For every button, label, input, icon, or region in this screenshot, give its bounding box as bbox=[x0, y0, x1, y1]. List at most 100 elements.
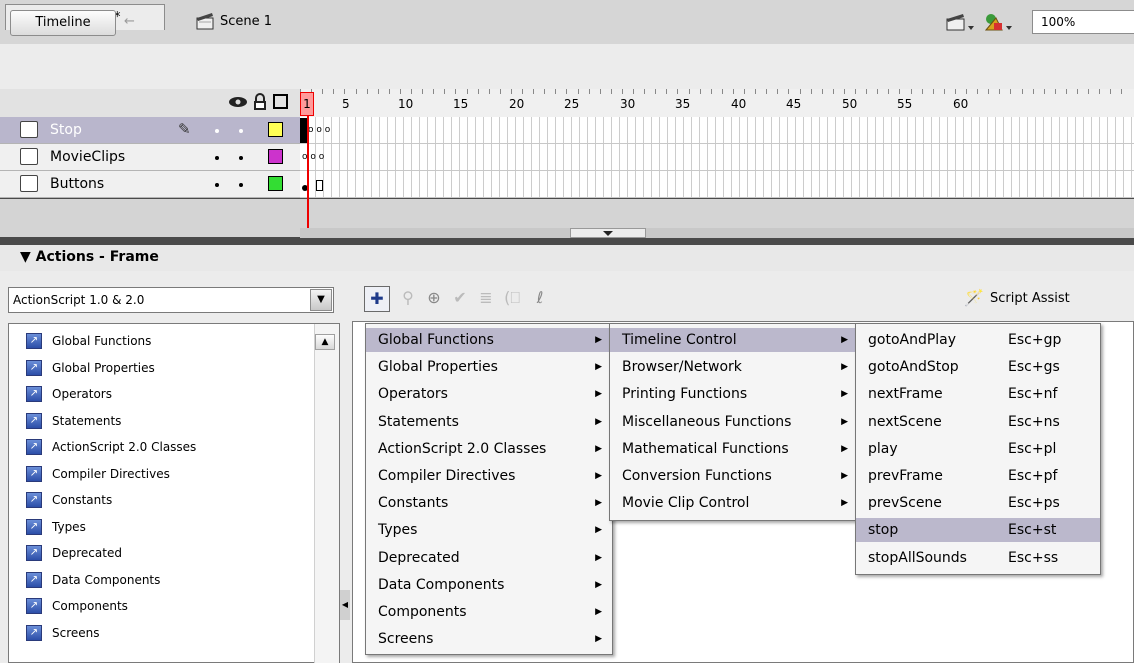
menu-item[interactable]: prevFrame Esc+pf bbox=[856, 464, 1100, 488]
edit-scene-icon[interactable] bbox=[946, 12, 976, 32]
menu-item[interactable]: prevScene Esc+ps bbox=[856, 491, 1100, 515]
debug-options-icon[interactable]: ℓ bbox=[528, 286, 552, 310]
menu-item[interactable]: stop Esc+st bbox=[856, 518, 1100, 543]
ruler-tick bbox=[578, 89, 579, 94]
ruler-tick bbox=[633, 89, 634, 94]
menu-item[interactable]: nextFrame Esc+nf bbox=[856, 382, 1100, 406]
outline-icon[interactable] bbox=[273, 94, 288, 109]
code-hint-icon[interactable]: (⎕ bbox=[500, 286, 524, 310]
back-arrow-icon[interactable]: ← bbox=[124, 10, 158, 36]
pane-splitter-handle[interactable]: ◀ bbox=[340, 590, 350, 620]
menu-item[interactable]: Compiler Directives ▶ bbox=[366, 464, 612, 488]
menu-item[interactable]: Global Functions ▶ bbox=[366, 328, 612, 352]
layer-color-box[interactable] bbox=[268, 122, 283, 137]
lock-dot[interactable] bbox=[239, 156, 243, 160]
lock-dot[interactable] bbox=[239, 183, 243, 187]
ruler-tick bbox=[855, 89, 856, 94]
frame-row[interactable] bbox=[300, 117, 1134, 144]
zoom-field[interactable]: 100% bbox=[1032, 10, 1134, 34]
menu-item[interactable]: ActionScript 2.0 Classes ▶ bbox=[366, 437, 612, 461]
menu-item-label: Mathematical Functions bbox=[622, 440, 789, 457]
ruler-tick bbox=[1010, 89, 1011, 94]
book-icon: ↗ bbox=[26, 359, 42, 376]
book-icon: ↗ bbox=[26, 333, 42, 349]
submenu-arrow-icon: ▶ bbox=[595, 525, 602, 536]
playhead-frame-number[interactable]: 1 bbox=[300, 92, 314, 116]
menu-item[interactable]: stopAllSounds Esc+ss bbox=[856, 546, 1100, 570]
layer-row-movieclips[interactable]: MovieClips bbox=[0, 144, 300, 171]
frame-row[interactable] bbox=[300, 171, 1134, 198]
submenu-arrow-icon: ▶ bbox=[595, 389, 602, 400]
layer-name: Stop bbox=[50, 122, 82, 138]
auto-format-icon[interactable]: ≣ bbox=[474, 286, 498, 310]
submenu-arrow-icon: ▶ bbox=[841, 443, 848, 454]
submenu-arrow-icon: ▶ bbox=[595, 362, 602, 373]
visibility-dot[interactable] bbox=[215, 156, 219, 160]
ruler-tick bbox=[911, 89, 912, 94]
ruler-tick bbox=[455, 89, 456, 94]
menu-item[interactable]: Components ▶ bbox=[366, 600, 612, 624]
layer-color-box[interactable] bbox=[268, 149, 283, 164]
menu-item[interactable]: Browser/Network ▶ bbox=[610, 355, 858, 379]
ruler-tick bbox=[744, 89, 745, 94]
layer-row-buttons[interactable]: Buttons bbox=[0, 171, 300, 198]
timeline-scrollbar[interactable] bbox=[300, 228, 1134, 238]
menu-item-label: Components bbox=[378, 604, 467, 620]
panel-splitter[interactable] bbox=[570, 228, 646, 238]
check-syntax-icon[interactable]: ✔ bbox=[448, 286, 472, 310]
layer-color-box[interactable] bbox=[268, 176, 283, 191]
visibility-dot[interactable] bbox=[215, 183, 219, 187]
menu-item[interactable]: Global Properties ▶ bbox=[366, 355, 612, 379]
layer-name: MovieClips bbox=[50, 149, 126, 165]
menu-item[interactable]: Printing Functions ▶ bbox=[610, 382, 858, 406]
menu-item[interactable]: Constants ▶ bbox=[366, 491, 612, 515]
ruler-tick bbox=[1022, 89, 1023, 94]
menu-item[interactable]: Statements ▶ bbox=[366, 410, 612, 434]
timeline-toggle-button[interactable]: Timeline bbox=[10, 10, 116, 36]
ruler-tick bbox=[689, 89, 690, 94]
target-path-icon[interactable]: ⊕ bbox=[422, 286, 446, 310]
menu-item-label: prevFrame bbox=[868, 468, 943, 484]
chevron-down-icon[interactable]: ▼ bbox=[310, 289, 332, 311]
layer-row-stop[interactable]: Stop ✎ bbox=[0, 117, 300, 144]
menu-item[interactable]: Operators ▶ bbox=[366, 382, 612, 406]
menu-item[interactable]: play Esc+pl bbox=[856, 437, 1100, 461]
frame-row[interactable] bbox=[300, 144, 1134, 171]
submenu-arrow-icon: ▶ bbox=[841, 471, 848, 481]
menu-item[interactable]: Mathematical Functions ▶ bbox=[610, 437, 858, 461]
menu-item[interactable]: Deprecated ▶ bbox=[366, 546, 612, 570]
menu-item[interactable]: gotoAndStop Esc+gs bbox=[856, 355, 1100, 379]
script-assist-button[interactable]: Script Assist bbox=[990, 291, 1070, 306]
menu-item[interactable]: Movie Clip Control ▶ bbox=[610, 491, 858, 515]
ruler-tick bbox=[467, 89, 468, 94]
menu-item[interactable]: Miscellaneous Functions ▶ bbox=[610, 410, 858, 434]
add-statement-icon[interactable]: ✚ bbox=[364, 286, 390, 312]
language-select[interactable]: ActionScript 1.0 & 2.0 bbox=[8, 287, 334, 313]
edit-symbol-icon[interactable] bbox=[984, 12, 1014, 32]
lock-icon[interactable] bbox=[253, 93, 267, 111]
menu-item[interactable]: Data Components ▶ bbox=[366, 573, 612, 597]
ruler-tick bbox=[877, 89, 878, 94]
menu-item-label: Miscellaneous Functions bbox=[622, 413, 792, 430]
menu-item[interactable]: Timeline Control ▶ bbox=[610, 328, 858, 352]
end-frame[interactable] bbox=[316, 180, 323, 191]
playhead[interactable] bbox=[307, 116, 309, 234]
visibility-dot[interactable] bbox=[215, 129, 219, 133]
menu-item[interactable]: nextScene Esc+ns bbox=[856, 410, 1100, 434]
actions-panel-title-bar[interactable] bbox=[0, 245, 1134, 272]
find-icon[interactable]: ⚲ bbox=[396, 286, 420, 310]
ruler-tick bbox=[344, 89, 345, 94]
eye-icon[interactable] bbox=[228, 95, 248, 109]
lock-dot[interactable] bbox=[239, 129, 243, 133]
scroll-up-button[interactable]: ▲ bbox=[315, 334, 335, 350]
frame-ruler[interactable]: 5 10 15 20 25 30 35 40 45 50 55 60 bbox=[300, 89, 1134, 117]
menu-item[interactable]: Conversion Functions ▶ bbox=[610, 464, 858, 488]
menu-item[interactable]: gotoAndPlay Esc+gp bbox=[856, 328, 1100, 352]
menu-item[interactable]: Types ▶ bbox=[366, 518, 612, 542]
menu-item[interactable]: Screens ▶ bbox=[366, 627, 612, 651]
toolbox-scrollbar[interactable] bbox=[314, 324, 339, 663]
panel-title[interactable]: ▼ Actions - Frame bbox=[20, 249, 159, 265]
scene-label[interactable]: Scene 1 bbox=[220, 14, 272, 29]
ruler-tick bbox=[1099, 89, 1100, 94]
ruler-tick bbox=[733, 89, 734, 94]
